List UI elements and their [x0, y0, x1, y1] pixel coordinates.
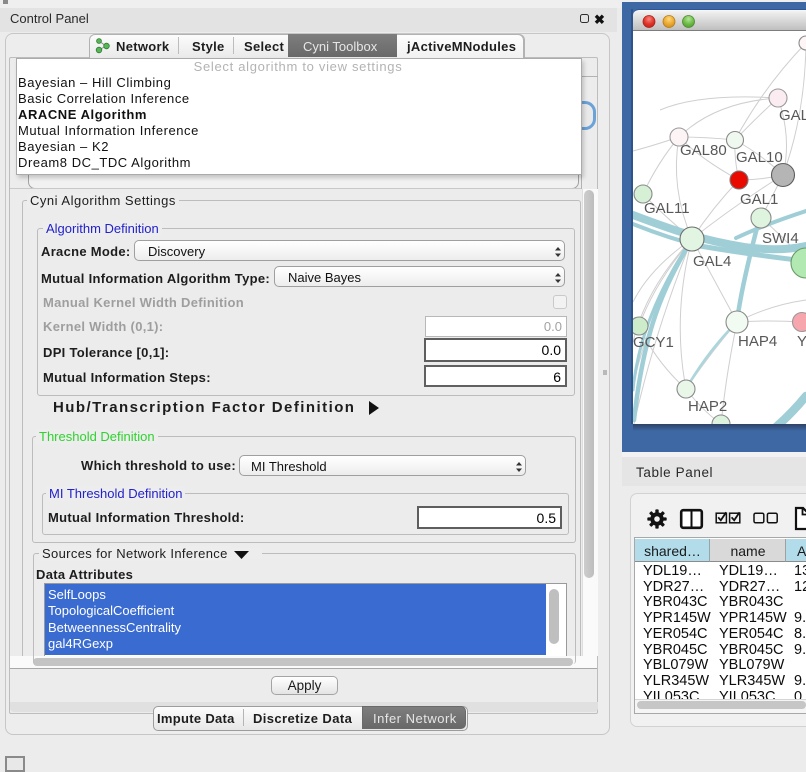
svg-text:GCY1: GCY1: [633, 334, 674, 351]
svg-text:GAL10: GAL10: [736, 149, 783, 166]
svg-text:GAL1: GAL1: [740, 191, 778, 208]
svg-text:GAL7: GAL7: [779, 107, 806, 124]
svg-text:GAL4: GAL4: [693, 253, 731, 270]
svg-text:GAL11: GAL11: [644, 200, 690, 217]
svg-text:SWI4: SWI4: [762, 230, 799, 247]
svg-text:HAP4: HAP4: [738, 333, 777, 350]
svg-text:GAL80: GAL80: [680, 142, 727, 159]
svg-text:YJ: YJ: [797, 333, 806, 350]
svg-text:HAP2: HAP2: [688, 398, 727, 415]
